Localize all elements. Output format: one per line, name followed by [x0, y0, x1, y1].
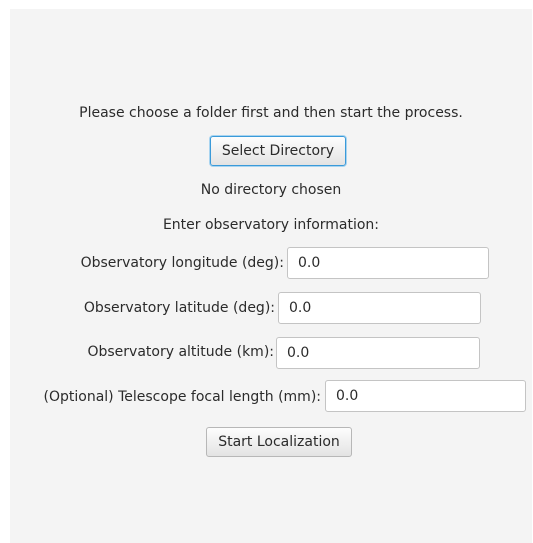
longitude-input[interactable] [287, 247, 489, 279]
instructions-text: Please choose a folder first and then st… [79, 105, 463, 121]
altitude-input[interactable] [276, 337, 480, 369]
focal-length-input[interactable] [325, 380, 526, 412]
select-directory-button[interactable]: Select Directory [210, 136, 346, 166]
latitude-input[interactable] [278, 292, 481, 324]
latitude-label: Observatory latitude (deg): [83, 300, 275, 316]
focal-length-label: (Optional) Telescope focal length (mm): [43, 389, 321, 405]
observatory-prompt-text: Enter observatory information: [162, 217, 380, 233]
longitude-label: Observatory longitude (deg): [80, 255, 284, 271]
directory-status-text: No directory chosen [200, 182, 342, 198]
start-localization-button[interactable]: Start Localization [206, 427, 352, 457]
main-panel: Please choose a folder first and then st… [10, 9, 532, 543]
altitude-label: Observatory altitude (km): [87, 344, 274, 360]
